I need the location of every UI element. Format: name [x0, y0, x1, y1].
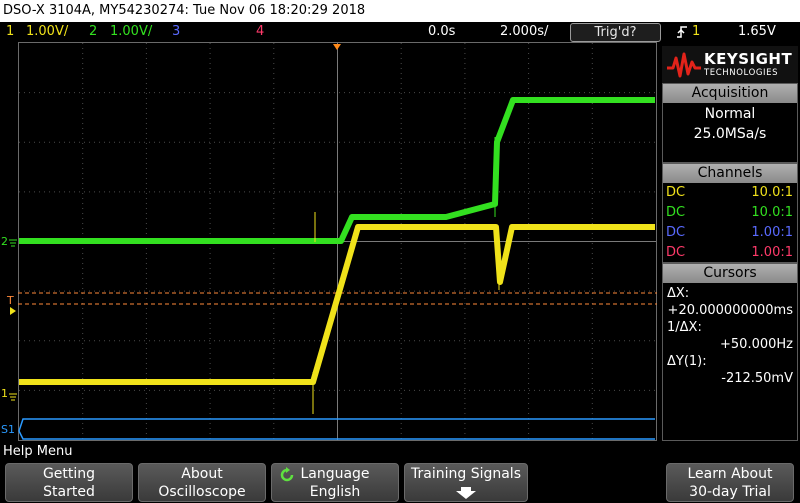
channel-1-info[interactable]: DC 10.0:1 [663, 183, 797, 203]
status-bar: 1 1.00V/ 2 1.00V/ 3 4 0.0s 2.000s/ 1 1.6… [0, 22, 800, 42]
channel-4-number[interactable]: 4 [256, 22, 264, 42]
side-panel: KEYSIGHT TECHNOLOGIES Acquisition Normal… [660, 42, 800, 442]
delta-x-label: ΔX: [667, 286, 690, 301]
channel-1-scale[interactable]: 1.00V/ [26, 22, 68, 42]
sample-rate: 25.0MSa/s [693, 126, 767, 142]
channel-3-info[interactable]: DC 1.00:1 [663, 223, 797, 243]
title-bar: DSO-X 3104A, MY54230274: Tue Nov 06 18:2… [0, 0, 800, 22]
keysight-wave-icon [667, 52, 701, 78]
acquisition-mode: Normal [704, 106, 756, 122]
trigger-status: Trig'd? [570, 23, 661, 42]
about-oscilloscope-button[interactable]: About Oscilloscope [138, 463, 266, 502]
channels-panel[interactable]: Channels DC 10.0:1 DC 10.0:1 DC 1.00:1 DC 1.… [662, 163, 798, 263]
channel-2-scale[interactable]: 1.00V/ [110, 22, 152, 42]
trigger-level[interactable]: 1.65V [738, 22, 776, 42]
waveform-display[interactable]: 2 1 T S1 [0, 42, 660, 442]
channels-header: Channels [663, 164, 797, 183]
channel-2-info[interactable]: DC 10.0:1 [663, 203, 797, 223]
delta-y-label: ΔY(1): [667, 354, 707, 369]
timebase[interactable]: 2.000s/ [500, 22, 548, 42]
getting-started-button[interactable]: Getting Started [5, 463, 133, 502]
cursors-header: Cursors [663, 264, 797, 283]
rotate-knob-icon [280, 467, 294, 482]
svg-text:1: 1 [1, 387, 8, 400]
acquisition-panel[interactable]: Acquisition Normal 25.0MSa/s [662, 83, 798, 163]
language-button[interactable]: Language English [271, 463, 399, 502]
channel-1-number[interactable]: 1 [6, 22, 14, 42]
channel-2-number[interactable]: 2 [89, 22, 97, 42]
keysight-logo: KEYSIGHT TECHNOLOGIES [662, 46, 798, 84]
delta-y-value: -212.50mV [721, 371, 793, 386]
brand-sub: TECHNOLOGIES [704, 68, 779, 78]
inverse-delta-x-label: 1/ΔX: [667, 320, 702, 335]
learn-about-trial-button[interactable]: Learn About 30-day Trial [666, 463, 794, 502]
delta-x-value: +20.000000000ms [667, 303, 793, 318]
trigger-edge-icon [676, 22, 688, 42]
horizontal-delay[interactable]: 0.0s [428, 22, 455, 42]
channel-3-number[interactable]: 3 [172, 22, 180, 42]
training-signals-button[interactable]: Training Signals [404, 463, 528, 502]
inverse-delta-x-value: +50.000Hz [720, 337, 793, 352]
trigger-source[interactable]: 1 [692, 22, 700, 42]
svg-text:2: 2 [1, 235, 8, 248]
help-menu-label: Help Menu [0, 442, 800, 462]
menu-down-arrow-icon [456, 487, 476, 499]
cursors-panel[interactable]: Cursors ΔX: +20.000000000ms 1/ΔX: +50.00… [662, 263, 798, 441]
channel-4-info[interactable]: DC 1.00:1 [663, 243, 797, 263]
waveform-graticule: 2 1 T S1 [0, 42, 660, 442]
svg-text:T: T [6, 294, 14, 307]
serial-bus-marker[interactable]: S1 [1, 423, 15, 436]
softkey-bar: Getting Started About Oscilloscope Languag… [0, 462, 800, 503]
acquisition-header: Acquisition [663, 84, 797, 103]
brand-name: KEYSIGHT [704, 50, 793, 68]
